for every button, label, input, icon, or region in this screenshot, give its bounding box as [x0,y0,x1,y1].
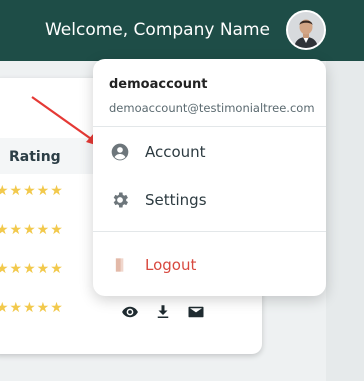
download-icon[interactable] [154,303,172,321]
rating-stars: ★★★★★ [0,222,64,238]
top-bar: Welcome, Company Name [0,0,364,61]
rating-stars: ★★★★★ [0,183,64,199]
logout-icon [110,255,130,275]
avatar[interactable] [286,10,326,50]
menu-item-label: Logout [145,256,197,274]
avatar-photo-icon [288,12,324,48]
menu-item-label: Settings [145,191,207,209]
menu-item-account[interactable]: Account [93,130,326,174]
background-panel [326,61,364,381]
rating-stars: ★★★★★ [0,261,64,277]
eye-icon[interactable] [121,303,139,321]
divider [93,231,326,232]
dropdown-username: demoaccount [109,77,208,92]
welcome-text: Welcome, Company Name [44,20,270,40]
mail-icon[interactable] [187,303,205,321]
account-circle-icon [110,142,130,162]
menu-item-settings[interactable]: Settings [93,178,326,222]
menu-item-label: Account [145,143,206,161]
gear-icon [110,190,130,210]
menu-item-logout[interactable]: Logout [93,243,326,287]
rating-stars: ★★★★★ [0,300,64,316]
dropdown-email: demoaccount@testimonialtree.com [109,101,315,115]
divider [93,126,326,127]
row-actions [121,303,205,321]
account-dropdown-menu: demoaccount demoaccount@testimonialtree.… [93,59,326,296]
